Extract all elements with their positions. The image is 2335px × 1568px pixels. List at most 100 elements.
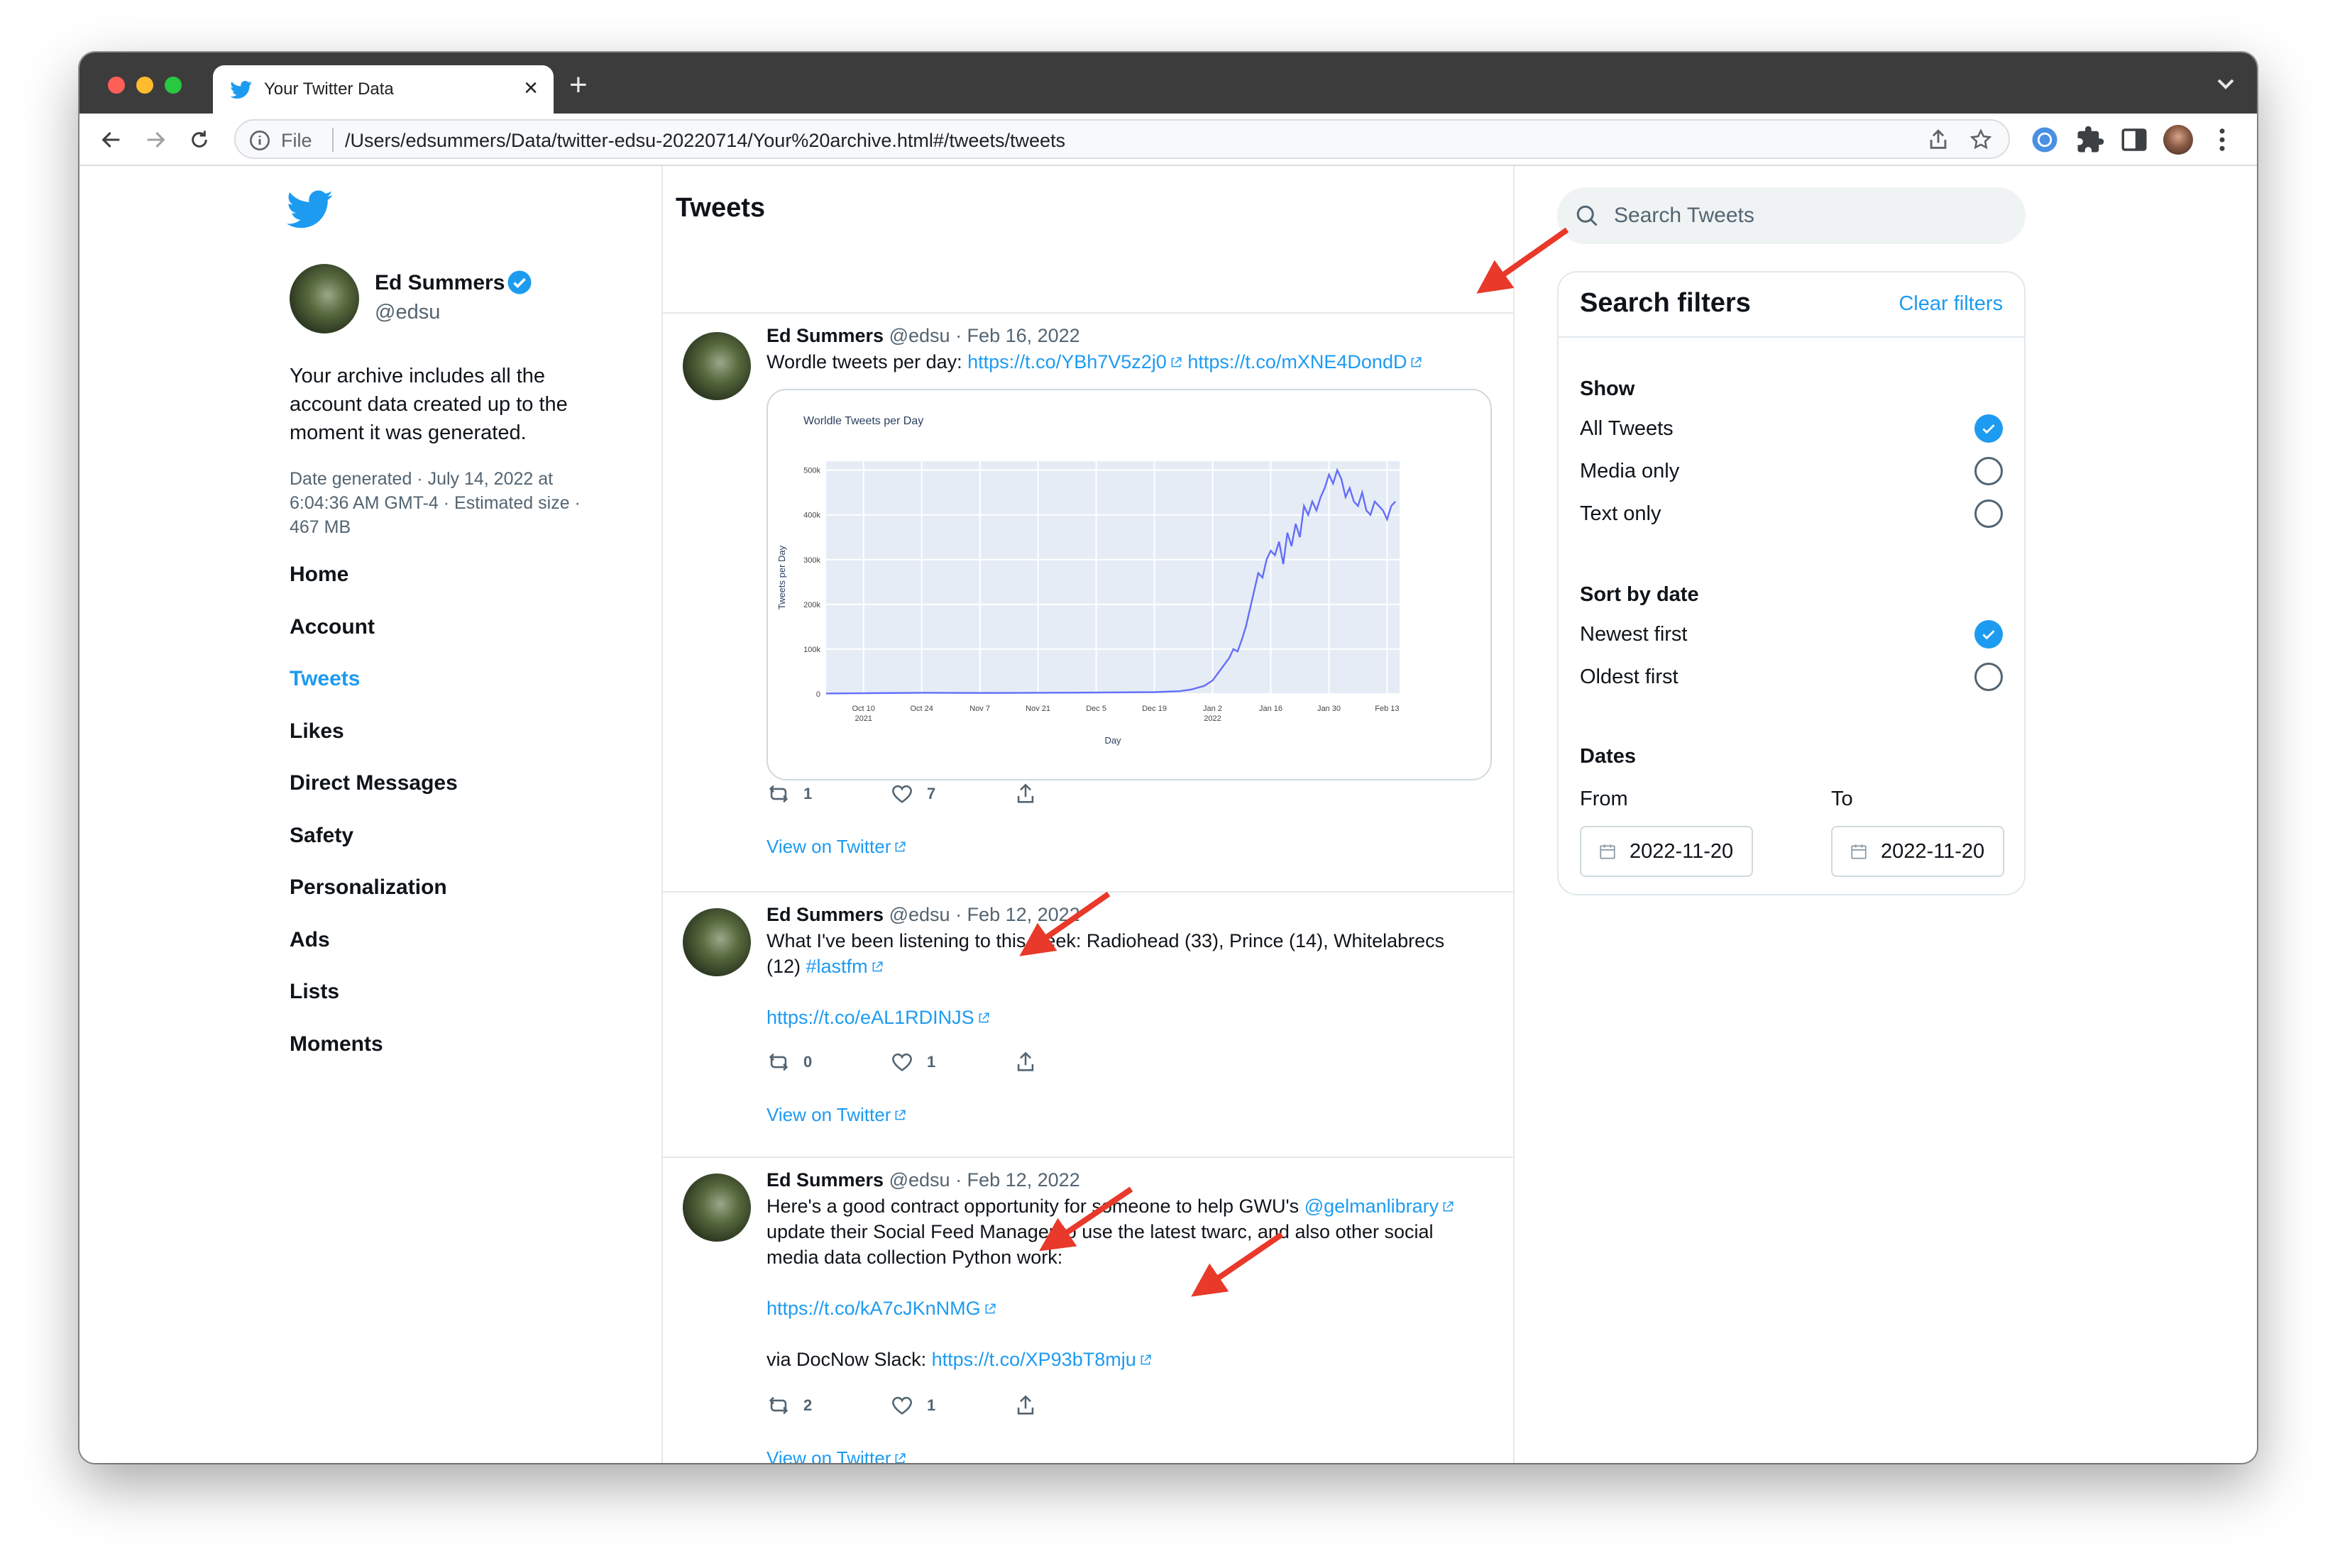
sidebar-item-tweets[interactable]: Tweets [290, 665, 458, 717]
like-button[interactable]: 1 [890, 1050, 1013, 1074]
tweet-link[interactable]: https://t.co/kA7cJKnNMG [767, 1298, 981, 1319]
share-button[interactable] [1013, 1393, 1137, 1418]
maximize-window-button[interactable] [165, 77, 182, 94]
radio-checked[interactable] [1974, 414, 2003, 443]
retweet-button[interactable]: 0 [767, 1050, 890, 1074]
retweet-button[interactable]: 1 [767, 782, 890, 806]
y-tick-label: 500k [803, 467, 820, 475]
x-tick-label: Feb 13 [1375, 705, 1399, 713]
radio-unchecked[interactable] [1974, 457, 2003, 485]
check-icon [1982, 630, 1995, 640]
new-tab-button[interactable]: + [569, 65, 588, 105]
tweet-meta: Ed Summers @edsu · Feb 16, 2022 [767, 325, 1080, 347]
info-icon[interactable] [248, 129, 271, 152]
tweet-author-name[interactable]: Ed Summers [767, 325, 884, 346]
chevron-down-icon[interactable] [2212, 70, 2240, 98]
share-icon [1017, 783, 1034, 803]
retweet-count: 0 [803, 1053, 813, 1071]
tweet-text: Here's a good contract opportunity for s… [767, 1193, 1476, 1270]
filter-option-all-tweets[interactable]: All Tweets [1580, 413, 2003, 444]
from-date-field[interactable]: 2022-11-20 [1580, 826, 1753, 877]
avatar[interactable] [683, 908, 751, 976]
url-text[interactable]: /Users/edsummers/Data/twitter-edsu-20220… [345, 130, 1065, 152]
retweet-icon [769, 1053, 789, 1071]
sidebar-item-safety[interactable]: Safety [290, 822, 458, 874]
tweet-link[interactable]: https://t.co/eAL1RDINJS [767, 1007, 974, 1028]
sort-option-newest-first[interactable]: Newest first [1580, 619, 2003, 650]
x-tick-label: Dec 5 [1086, 705, 1106, 713]
tweet-text-content: Wordle tweets per day: [767, 351, 968, 372]
sidebar-item-likes[interactable]: Likes [290, 717, 458, 770]
minimize-window-button[interactable] [136, 77, 153, 94]
forward-button[interactable] [139, 123, 172, 156]
profile-name: Ed Summers [375, 271, 505, 294]
tweet-link[interactable]: https://t.co/mXNE4DondD [1187, 351, 1407, 372]
puzzle-icon[interactable] [2075, 125, 2105, 155]
y-tick-label: 300k [803, 556, 820, 565]
tweet-text: What I've been listening to this week: R… [767, 928, 1476, 979]
x-tick-label: Nov 21 [1026, 705, 1050, 713]
to-date-field[interactable]: 2022-11-20 [1831, 826, 2004, 877]
share-button[interactable] [1013, 782, 1137, 806]
sort-option-oldest-first[interactable]: Oldest first [1580, 661, 2003, 692]
radio-unchecked[interactable] [1974, 663, 2003, 691]
close-window-button[interactable] [108, 77, 125, 94]
sidebar-item-lists[interactable]: Lists [290, 978, 458, 1030]
tweet-meta: Ed Summers @edsu · Feb 12, 2022 [767, 1169, 1080, 1191]
external-link-icon [1412, 357, 1422, 368]
like-button[interactable]: 1 [890, 1393, 1013, 1418]
radio-checked[interactable] [1974, 620, 2003, 648]
option-label: All Tweets [1580, 416, 1674, 440]
sidebar-nav: Home Account Tweets Likes Direct Message… [290, 561, 458, 1082]
sidebar-item-moments[interactable]: Moments [290, 1030, 458, 1083]
back-button[interactable] [95, 123, 128, 156]
filter-option-text-only[interactable]: Text only [1580, 498, 2003, 529]
tweet-media-chart[interactable]: 0 100k 200k 300k 400k 500k Oct 10 2021 Oct 24 Nov… [767, 389, 1492, 780]
tweet-link[interactable]: https://t.co/XP93bT8mju [932, 1349, 1136, 1370]
like-button[interactable]: 7 [890, 782, 1013, 806]
sidebar-item-home[interactable]: Home [290, 561, 458, 613]
side-panel-icon[interactable] [2119, 125, 2149, 155]
tweet-text-content: via DocNow Slack: [767, 1349, 932, 1370]
browser-tab[interactable]: Your Twitter Data × [213, 65, 554, 114]
tweet-link[interactable]: https://t.co/YBh7V5z2j0 [967, 351, 1167, 372]
address-bar[interactable]: File /Users/edsummers/Data/twitter-edsu-… [234, 119, 2010, 159]
share-icon [1017, 1051, 1034, 1071]
sidebar-item-ads[interactable]: Ads [290, 926, 458, 978]
x-tick-label: Jan 30 [1317, 705, 1341, 713]
to-date-value: 2022-11-20 [1881, 839, 1985, 863]
avatar[interactable] [683, 1174, 751, 1242]
clear-filters-button[interactable]: Clear filters [1899, 292, 2003, 316]
search-input[interactable] [1614, 200, 2011, 231]
avatar[interactable] [683, 332, 751, 400]
like-count: 1 [927, 1053, 936, 1071]
extension-icon[interactable] [2030, 125, 2060, 155]
view-on-twitter-link[interactable]: View on Twitter [767, 836, 906, 858]
more-menu-icon[interactable] [2207, 125, 2237, 155]
tweet-author-name[interactable]: Ed Summers [767, 1169, 884, 1191]
profile-avatar-button[interactable] [2163, 125, 2193, 155]
view-on-twitter-link[interactable]: View on Twitter [767, 1447, 906, 1463]
radio-unchecked[interactable] [1974, 499, 2003, 528]
retweet-icon [769, 1396, 789, 1415]
tab-close-button[interactable]: × [524, 75, 538, 101]
share-icon[interactable] [1926, 128, 1950, 152]
x-tick-label: Jan 2 [1203, 705, 1222, 713]
sidebar-item-account[interactable]: Account [290, 613, 458, 666]
sidebar-item-direct-messages[interactable]: Direct Messages [290, 769, 458, 822]
bookmark-star-icon[interactable] [1969, 128, 1993, 152]
search-box[interactable] [1557, 187, 2026, 244]
twitter-bird-icon[interactable] [287, 190, 334, 230]
filter-option-media-only[interactable]: Media only [1580, 456, 2003, 487]
tweet-author-name[interactable]: Ed Summers [767, 904, 884, 925]
sidebar-item-personalization[interactable]: Personalization [290, 873, 458, 926]
avatar[interactable] [290, 264, 359, 333]
view-on-twitter-link[interactable]: View on Twitter [767, 1104, 906, 1126]
mention-link[interactable]: @gelmanlibrary [1304, 1196, 1439, 1217]
hashtag-link[interactable]: #lastfm [806, 956, 868, 977]
page-content: Ed Summers @edsu Your archive includes a… [79, 166, 2257, 1463]
reload-button[interactable] [183, 123, 216, 156]
retweet-button[interactable]: 2 [767, 1393, 890, 1418]
view-on-twitter-label: View on Twitter [767, 1104, 891, 1125]
share-button[interactable] [1013, 1050, 1137, 1074]
